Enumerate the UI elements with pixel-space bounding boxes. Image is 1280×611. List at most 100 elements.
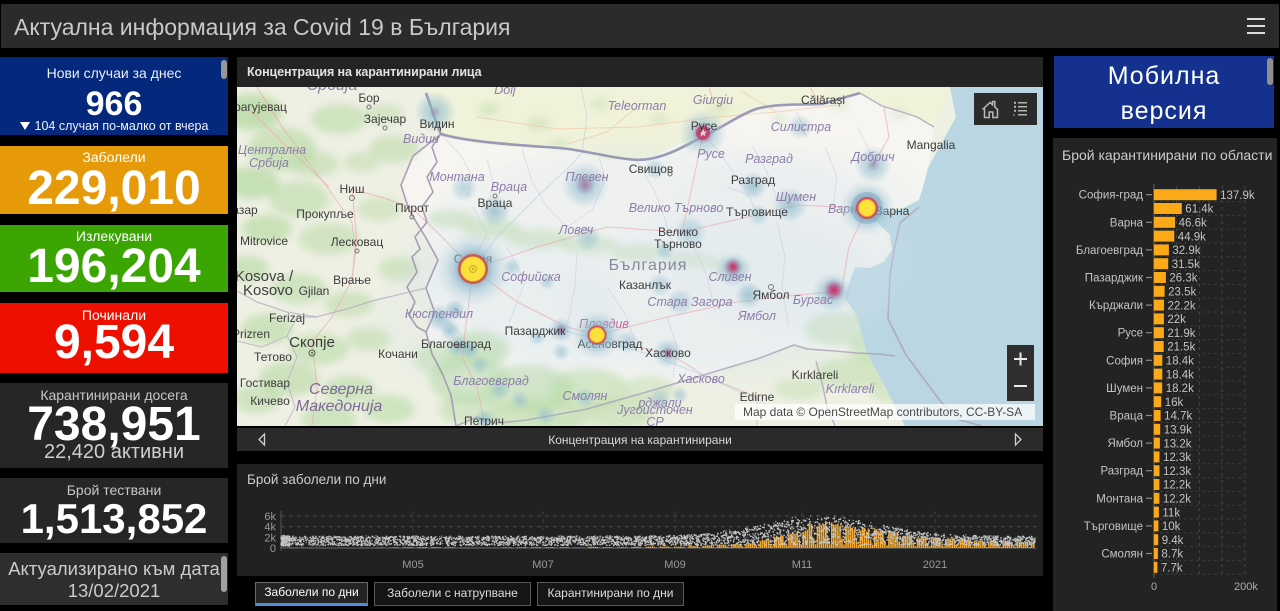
svg-text:10k: 10k (1162, 521, 1181, 533)
svg-text:26.3k: 26.3k (1169, 273, 1197, 285)
svg-text:Шумен: Шумен (776, 190, 816, 204)
svg-text:0: 0 (1151, 581, 1157, 593)
svg-text:Бор: Бор (358, 91, 380, 105)
svg-text:Видин: Видин (419, 117, 454, 131)
svg-text:Гостивар: Гостивар (240, 376, 290, 390)
svg-text:12.3k: 12.3k (1163, 466, 1191, 478)
svg-text:8.7k: 8.7k (1161, 549, 1183, 561)
svg-text:Македонија: Македонија (296, 398, 383, 415)
svg-text:Търговище: Търговище (726, 205, 788, 219)
svg-text:Русе: Русе (697, 147, 725, 161)
svg-text:Зајечар: Зајечар (364, 112, 407, 126)
svg-text:Kırklareli: Kırklareli (826, 382, 876, 396)
svg-text:Разград: Разград (1100, 466, 1143, 478)
svg-text:Прокупље: Прокупље (296, 207, 354, 221)
svg-text:Пазарджик: Пазарджик (505, 324, 566, 338)
svg-text:Бургас: Бургас (793, 293, 834, 307)
svg-text:Gjilan: Gjilan (299, 284, 330, 298)
svg-text:Кърджали: Кърджали (1089, 300, 1143, 312)
svg-text:M11: M11 (792, 559, 813, 571)
svg-text:Русе: Русе (1118, 328, 1143, 340)
svg-text:Благоевград: Благоевград (453, 374, 529, 388)
svg-text:18.4k: 18.4k (1166, 369, 1194, 381)
svg-text:22k: 22k (1167, 314, 1186, 326)
svg-text:200k: 200k (1234, 581, 1258, 593)
svg-text:Ferizaj: Ferizaj (269, 311, 305, 325)
svg-text:Скопје: Скопје (289, 334, 335, 351)
svg-text:Ямбол: Ямбол (737, 309, 776, 323)
svg-text:Силистра: Силистра (771, 120, 831, 134)
svg-text:Добрич: Добрич (849, 150, 895, 164)
svg-text:Лесковац: Лесковац (331, 235, 384, 249)
svg-text:Благоевград: Благоевград (1076, 245, 1143, 257)
svg-text:14.7k: 14.7k (1164, 411, 1192, 423)
svg-text:Хасково: Хасково (645, 346, 691, 360)
svg-text:Edirne: Edirne (740, 390, 775, 404)
svg-text:Călărași: Călărași (801, 93, 845, 107)
svg-text:Казанлък: Казанлък (619, 278, 672, 292)
svg-text:46.6k: 46.6k (1179, 218, 1207, 230)
svg-text:Map data © OpenStreetMap contr: Map data © OpenStreetMap contributors, C… (743, 405, 1022, 419)
svg-text:Ямбол: Ямбол (752, 288, 789, 302)
svg-text:Хасково: Хасково (676, 372, 725, 386)
svg-text:Монтана: Монтана (429, 170, 484, 184)
svg-text:Prizren: Prizren (237, 327, 270, 341)
svg-text:Разград: Разград (731, 173, 775, 187)
svg-text:Търговище: Търговище (1084, 521, 1143, 533)
svg-text:18.2k: 18.2k (1166, 383, 1194, 395)
svg-text:11k: 11k (1162, 507, 1180, 519)
svg-text:Петрич: Петрич (464, 414, 504, 426)
svg-text:2021: 2021 (923, 559, 947, 571)
svg-text:Врање: Врање (333, 273, 371, 287)
svg-text:Mitrovice: Mitrovice (240, 234, 288, 248)
svg-text:Русе: Русе (691, 119, 718, 133)
svg-text:7.7k: 7.7k (1161, 563, 1183, 575)
svg-text:София: София (1106, 355, 1143, 367)
svg-text:Mangalia: Mangalia (907, 138, 956, 152)
svg-text:Търново: Търново (654, 237, 702, 251)
svg-text:Пазарджик: Пазарджик (1085, 273, 1144, 285)
svg-text:12.2k: 12.2k (1163, 480, 1191, 492)
svg-text:Благоевград: Благоевград (421, 337, 491, 351)
svg-text:Смолян: Смолян (563, 389, 608, 403)
svg-text:Варна: Варна (1110, 217, 1144, 229)
svg-text:44.9k: 44.9k (1178, 231, 1206, 243)
svg-text:Централна: Централна (238, 143, 306, 157)
svg-text:Ямбол: Ямбол (1107, 438, 1143, 450)
svg-text:23.5k: 23.5k (1168, 287, 1196, 299)
svg-text:Kırklareli: Kırklareli (792, 368, 839, 382)
svg-text:12.3k: 12.3k (1163, 452, 1191, 464)
svg-text:9.4k: 9.4k (1162, 535, 1184, 547)
svg-text:СР: СР (646, 415, 664, 426)
svg-text:Северна: Северна (309, 381, 373, 398)
svg-text:Разград: Разград (745, 152, 793, 166)
svg-text:Србија: Србија (249, 156, 289, 170)
svg-text:18.4k: 18.4k (1166, 356, 1194, 368)
svg-text:137.9k: 137.9k (1220, 190, 1255, 202)
svg-text:Монтана: Монтана (1096, 493, 1143, 505)
svg-text:Тетово: Тетово (254, 350, 292, 364)
svg-text:Ниш: Ниш (340, 182, 365, 196)
svg-text:България: България (609, 257, 688, 274)
svg-text:Велико Търново: Велико Търново (629, 201, 724, 215)
svg-text:Giurgiu: Giurgiu (693, 93, 733, 107)
svg-text:Сливен: Сливен (708, 270, 751, 284)
svg-text:София-град: София-град (1079, 190, 1144, 202)
svg-text:Враца: Враца (491, 180, 528, 194)
svg-text:Видин: Видин (403, 132, 439, 146)
svg-text:61.4k: 61.4k (1185, 204, 1213, 216)
svg-text:Шумен: Шумен (1106, 383, 1143, 395)
svg-text:M07: M07 (532, 559, 553, 571)
svg-text:азар: азар (237, 203, 258, 217)
svg-text:Кочани: Кочани (378, 347, 418, 361)
svg-text:0: 0 (270, 543, 276, 555)
svg-text:Ловеч: Ловеч (558, 223, 594, 237)
svg-text:31.5k: 31.5k (1172, 259, 1200, 271)
svg-text:M05: M05 (402, 559, 423, 571)
svg-text:M09: M09 (664, 559, 685, 571)
svg-text:Dolj: Dolj (494, 87, 517, 97)
svg-text:13.2k: 13.2k (1163, 438, 1191, 450)
svg-text:16k: 16k (1165, 397, 1184, 409)
svg-text:22.2k: 22.2k (1168, 300, 1196, 312)
svg-text:32.9k: 32.9k (1172, 245, 1200, 257)
